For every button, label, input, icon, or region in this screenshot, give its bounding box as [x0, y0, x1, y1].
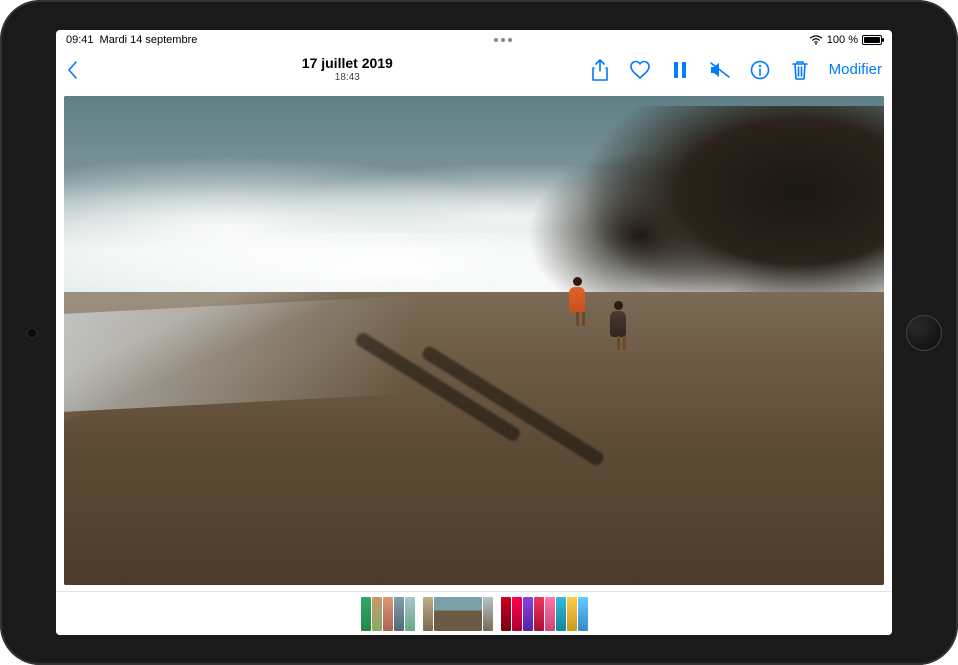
thumbnail[interactable] — [556, 597, 566, 631]
photo-title: 17 juillet 2019 18:43 — [106, 56, 589, 82]
navigation-bar: 17 juillet 2019 18:43 — [56, 50, 892, 90]
thumbnail[interactable] — [361, 597, 371, 631]
thumbnail[interactable] — [405, 597, 415, 631]
heart-icon — [629, 60, 651, 80]
speaker-muted-icon — [709, 61, 731, 79]
status-time: 09:41 — [66, 34, 94, 46]
battery-percent: 100 % — [827, 34, 858, 46]
status-date: Mardi 14 septembre — [100, 34, 198, 46]
photo-date: 17 juillet 2019 — [106, 56, 589, 71]
thumbnail[interactable] — [523, 597, 533, 631]
back-button[interactable] — [66, 60, 80, 80]
delete-button[interactable] — [789, 59, 811, 81]
pause-button[interactable] — [669, 59, 691, 81]
photo-content — [64, 96, 883, 585]
photo-time: 18:43 — [106, 72, 589, 83]
front-camera — [28, 329, 36, 337]
thumbnail-strip[interactable] — [56, 591, 892, 635]
info-icon — [750, 60, 770, 80]
wifi-icon — [809, 35, 823, 45]
mute-button[interactable] — [709, 59, 731, 81]
share-button[interactable] — [589, 59, 611, 81]
chevron-left-icon — [66, 60, 80, 80]
thumbnail-current[interactable] — [434, 597, 482, 631]
favorite-button[interactable] — [629, 59, 651, 81]
thumbnail[interactable] — [501, 597, 511, 631]
screen: 09:41 Mardi 14 septembre 100 % — [56, 30, 892, 635]
info-button[interactable] — [749, 59, 771, 81]
thumbnail[interactable] — [372, 597, 382, 631]
thumbnail[interactable] — [545, 597, 555, 631]
thumbnail[interactable] — [383, 597, 393, 631]
thumbnail[interactable] — [423, 597, 433, 631]
trash-icon — [791, 60, 809, 80]
multitasking-dots[interactable] — [197, 38, 808, 42]
pause-icon — [673, 61, 687, 79]
thumbnail[interactable] — [578, 597, 588, 631]
ipad-device-frame: 09:41 Mardi 14 septembre 100 % — [0, 0, 958, 665]
thumbnail[interactable] — [534, 597, 544, 631]
home-button[interactable] — [906, 315, 942, 351]
status-bar: 09:41 Mardi 14 septembre 100 % — [56, 30, 892, 50]
thumbnail[interactable] — [483, 597, 493, 631]
thumbnail[interactable] — [512, 597, 522, 631]
share-icon — [591, 59, 609, 81]
photo-viewer[interactable] — [56, 90, 892, 591]
battery-icon — [862, 35, 882, 45]
thumbnail[interactable] — [567, 597, 577, 631]
edit-button[interactable]: Modifier — [829, 61, 882, 78]
thumbnail[interactable] — [394, 597, 404, 631]
